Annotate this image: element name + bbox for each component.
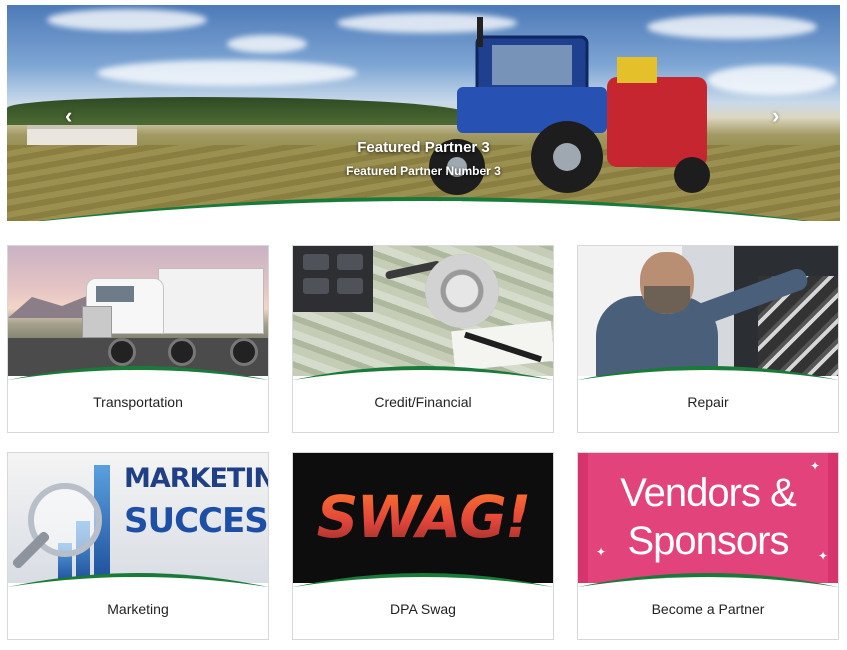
marketing-image-text: MARKETING <box>124 463 268 494</box>
featured-partner-carousel[interactable]: ‹ › Featured Partner 3 Featured Partner … <box>7 5 840 221</box>
financial-image <box>293 246 553 376</box>
carousel-caption-title: Featured Partner 3 <box>357 139 490 156</box>
vendors-image-text: Vendors & <box>620 471 797 515</box>
marketing-image: MARKETING SUCCESS <box>8 453 268 583</box>
tree-line <box>7 97 467 125</box>
cloud <box>47 9 207 31</box>
cloud <box>227 35 307 53</box>
category-label: Transportation <box>93 394 183 410</box>
calculator-key <box>337 278 363 294</box>
category-label: Credit/Financial <box>374 394 472 410</box>
calculator-key <box>303 278 329 294</box>
calculator-key <box>337 254 363 270</box>
cloud <box>97 60 357 86</box>
green-swoosh-divider <box>8 366 268 380</box>
vendors-image-text: Sponsors <box>627 519 790 563</box>
green-swoosh-divider <box>578 573 838 587</box>
category-label: DPA Swag <box>390 601 456 617</box>
category-card-dpa-swag[interactable]: SWAG! DPA Swag <box>292 452 554 640</box>
category-label: Become a Partner <box>651 601 765 617</box>
green-swoosh-divider <box>578 366 838 380</box>
carousel-caption-subtitle: Featured Partner Number 3 <box>346 164 501 178</box>
mechanic-beard <box>644 286 690 314</box>
swag-image-text: SWAG! <box>293 483 553 551</box>
category-label: Marketing <box>107 601 169 617</box>
stethoscope-icon <box>425 254 499 328</box>
chevron-right-icon: › <box>772 103 780 128</box>
truck-trailer <box>158 268 264 334</box>
swag-image: SWAG! <box>293 453 553 583</box>
calculator-key <box>303 254 329 270</box>
carousel-indicator-active[interactable] <box>441 201 461 204</box>
category-label: Repair <box>687 394 729 410</box>
carousel-indicator[interactable] <box>393 201 413 204</box>
marketing-image-text: SUCCESS <box>124 501 268 541</box>
carousel-prev-button[interactable]: ‹ <box>65 103 72 129</box>
truck-windshield <box>96 286 134 302</box>
carousel-indicator[interactable] <box>417 201 437 204</box>
carousel-next-button[interactable]: › <box>772 103 779 129</box>
category-card-marketing[interactable]: MARKETING SUCCESS Marketing <box>7 452 269 640</box>
cloud <box>707 65 837 95</box>
vendors-sponsors-image: ✦ ✦ ✦ Vendors & Sponsors <box>578 453 838 583</box>
category-card-become-a-partner[interactable]: ✦ ✦ ✦ Vendors & Sponsors Become a Partne… <box>577 452 839 640</box>
green-swoosh-divider <box>293 573 553 587</box>
carousel-indicators <box>393 201 461 204</box>
category-card-repair[interactable]: Repair <box>577 245 839 433</box>
repair-image <box>578 246 838 376</box>
category-card-transportation[interactable]: Transportation <box>7 245 269 433</box>
chevron-left-icon: ‹ <box>65 103 73 128</box>
calculator <box>293 246 373 312</box>
green-swoosh-divider <box>8 573 268 587</box>
green-swoosh-divider <box>293 366 553 380</box>
category-card-credit-financial[interactable]: Credit/Financial <box>292 245 554 433</box>
truck-grille <box>82 306 112 338</box>
transportation-image <box>8 246 268 376</box>
